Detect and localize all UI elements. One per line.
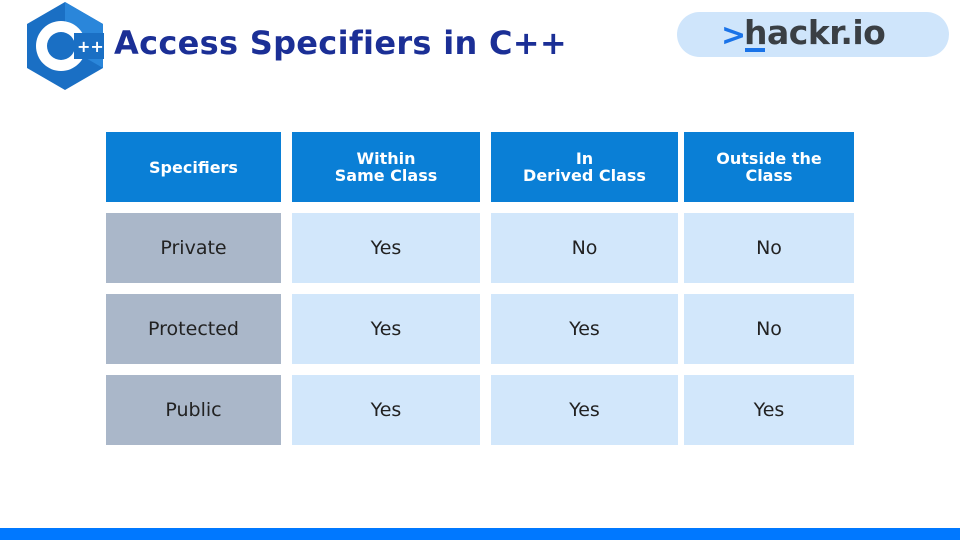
bottom-bar bbox=[0, 528, 960, 540]
access-value-cell: Yes bbox=[292, 375, 480, 445]
specifier-cell: Private bbox=[106, 213, 281, 283]
access-value-cell: Yes bbox=[491, 375, 678, 445]
chevron-right-icon: > bbox=[721, 18, 747, 53]
column-header: In Derived Class bbox=[491, 132, 678, 202]
specifier-cell: Public bbox=[106, 375, 281, 445]
brand-name: hackr.io bbox=[744, 13, 886, 52]
column-header: Specifiers bbox=[106, 132, 281, 202]
brand-badge: > hackr.io bbox=[677, 12, 949, 57]
access-value-cell: No bbox=[684, 213, 854, 283]
access-value-cell: Yes bbox=[684, 375, 854, 445]
access-value-cell: No bbox=[684, 294, 854, 364]
access-value-cell: Yes bbox=[491, 294, 678, 364]
page-title: Access Specifiers in C++ bbox=[114, 24, 567, 62]
column-header: Within Same Class bbox=[292, 132, 480, 202]
access-value-cell: Yes bbox=[292, 294, 480, 364]
logo-plus-text: ++ bbox=[77, 37, 104, 56]
cpp-logo-icon: ++ bbox=[27, 2, 104, 90]
access-value-cell: Yes bbox=[292, 213, 480, 283]
cursor-underline-icon bbox=[745, 48, 765, 52]
access-value-cell: No bbox=[491, 213, 678, 283]
column-header: Outside the Class bbox=[684, 132, 854, 202]
specifier-cell: Protected bbox=[106, 294, 281, 364]
